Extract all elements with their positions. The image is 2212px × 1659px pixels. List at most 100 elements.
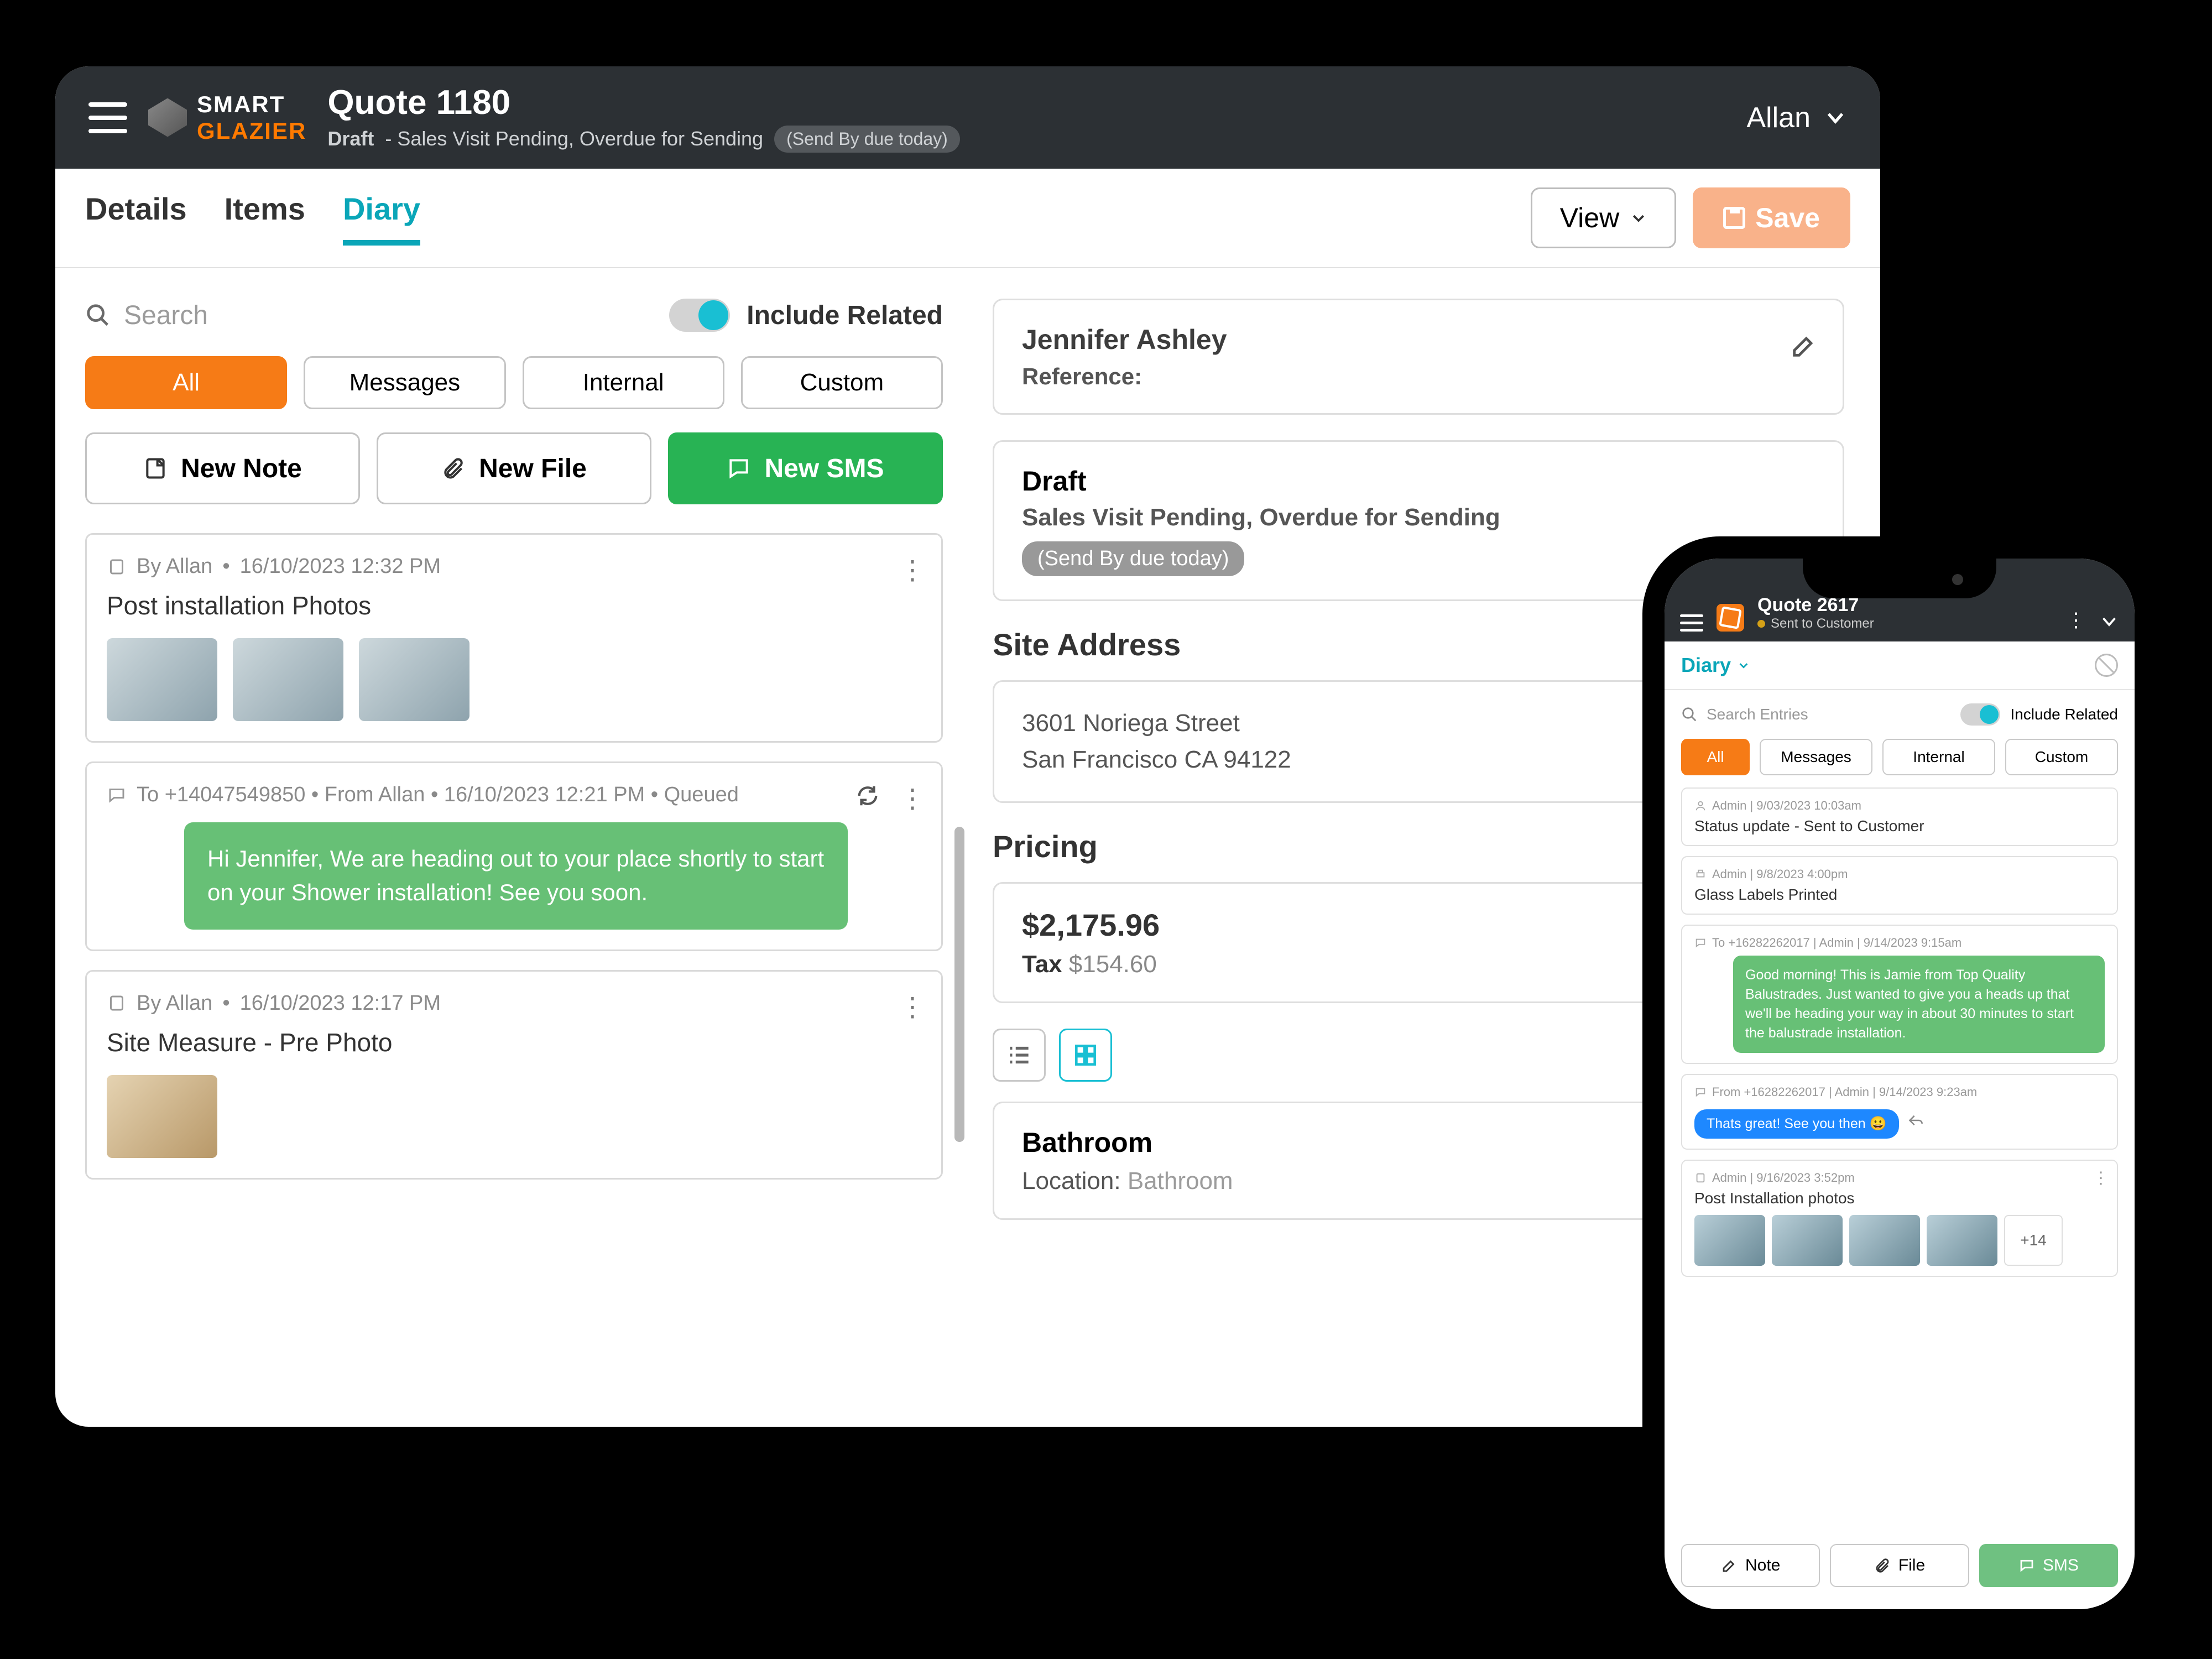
chat-icon	[1694, 1086, 1707, 1098]
list-view-toggle[interactable]	[993, 1029, 1046, 1082]
caret-down-icon	[1630, 210, 1647, 226]
filter-messages[interactable]: Messages	[1760, 739, 1872, 775]
filter-internal[interactable]: Internal	[1882, 739, 1995, 775]
diary-label: Diary	[1681, 654, 1731, 677]
photo-thumbnail[interactable]	[107, 638, 217, 721]
more-photos-button[interactable]: +14	[2004, 1215, 2063, 1266]
brand-name-top: SMART	[197, 91, 306, 118]
entry-author: By Allan	[137, 992, 212, 1015]
file-label: File	[1898, 1556, 1925, 1575]
edit-icon[interactable]	[1790, 331, 1818, 363]
view-dropdown[interactable]: View	[1531, 187, 1676, 248]
user-icon	[1694, 800, 1707, 812]
tab-bar: Details Items Diary View Save	[55, 169, 1880, 268]
entry-meta: Admin | 9/16/2023 3:52pm	[1712, 1171, 1855, 1185]
brand-logo: SMART GLAZIER	[148, 91, 306, 144]
include-related-toggle[interactable]	[669, 299, 730, 332]
note-label: Note	[1745, 1556, 1780, 1575]
new-sms-button[interactable]: SMS	[1979, 1544, 2118, 1587]
filter-internal[interactable]: Internal	[523, 356, 724, 409]
diary-panel: Search Include Related All Messages Inte…	[55, 268, 968, 1427]
diary-entry-sms: ⋮ To +14047549850 • From Allan • 16/10/2…	[85, 761, 943, 951]
diary-entry: Admin | 9/03/2023 10:03am Status update …	[1681, 787, 2118, 846]
save-button[interactable]: Save	[1693, 187, 1850, 248]
filter-messages[interactable]: Messages	[304, 356, 505, 409]
include-related-label: Include Related	[2010, 706, 2118, 723]
new-file-button[interactable]: File	[1830, 1544, 1969, 1587]
pencil-icon	[1721, 1557, 1738, 1574]
tax-amount: $154.60	[1069, 951, 1157, 978]
entry-meta: From +16282262017 | Admin | 9/14/2023 9:…	[1712, 1085, 1977, 1099]
photo-thumbnail[interactable]	[1772, 1215, 1843, 1266]
photo-thumbnail[interactable]	[1694, 1215, 1765, 1266]
tab-details[interactable]: Details	[85, 191, 187, 246]
diary-dropdown[interactable]: Diary	[1681, 654, 2095, 677]
entry-timestamp: 16/10/2023 12:17 PM	[240, 992, 441, 1015]
entry-menu-icon[interactable]: ⋮	[899, 783, 925, 814]
entry-title: Post Installation photos	[1694, 1190, 2105, 1207]
new-file-button[interactable]: New File	[377, 432, 651, 504]
filter-custom[interactable]: Custom	[2005, 739, 2118, 775]
tablet-screen: SMART GLAZIER Quote 1180 Draft - Sales V…	[55, 66, 1880, 1427]
photo-thumbnail[interactable]	[359, 638, 469, 721]
include-related-label: Include Related	[747, 300, 943, 331]
location-value: Bathroom	[1128, 1167, 1233, 1194]
new-note-button[interactable]: New Note	[85, 432, 360, 504]
reply-icon[interactable]	[1908, 1121, 1923, 1130]
reference-label: Reference:	[1022, 363, 1815, 390]
filter-custom[interactable]: Custom	[741, 356, 943, 409]
sms-outgoing-bubble: Good morning! This is Jamie from Top Qua…	[1733, 956, 2105, 1053]
status-badge: (Send By due today)	[1022, 541, 1244, 576]
paperclip-icon	[441, 456, 466, 481]
search-input[interactable]: Search Entries	[1681, 706, 1950, 723]
view-label: View	[1560, 202, 1619, 234]
filter-all[interactable]: All	[1681, 739, 1750, 775]
chevron-down-icon[interactable]	[2099, 612, 2119, 632]
search-placeholder: Search	[124, 300, 208, 331]
forbidden-icon[interactable]	[2095, 654, 2118, 677]
tab-diary[interactable]: Diary	[343, 191, 420, 246]
sendby-badge: (Send By due today)	[774, 126, 960, 153]
diary-entry-sms: From +16282262017 | Admin | 9/14/2023 9:…	[1681, 1074, 2118, 1150]
entry-menu-icon[interactable]: ⋮	[899, 555, 925, 586]
filter-row: All Messages Internal Custom	[85, 356, 943, 409]
hamburger-menu-icon[interactable]	[88, 102, 127, 133]
grid-view-toggle[interactable]	[1059, 1029, 1112, 1082]
entry-menu-icon[interactable]: ⋮	[899, 992, 925, 1022]
search-icon	[85, 302, 111, 328]
sms-incoming-bubble: Thats great! See you then 😀	[1694, 1109, 1899, 1139]
include-related-toggle[interactable]	[1960, 703, 2000, 726]
tab-items[interactable]: Items	[225, 191, 305, 246]
entry-title: Site Measure - Pre Photo	[107, 1027, 921, 1057]
site-address-label: Site Address	[993, 627, 1181, 662]
photo-thumbnail[interactable]	[1927, 1215, 1997, 1266]
photo-thumbnail[interactable]	[233, 638, 343, 721]
brand-name-bottom: GLAZIER	[197, 118, 306, 144]
new-sms-button[interactable]: New SMS	[668, 432, 943, 504]
photo-thumbnail[interactable]	[107, 1075, 217, 1158]
hamburger-menu-icon[interactable]	[1680, 614, 1703, 632]
refresh-icon[interactable]	[855, 783, 880, 811]
new-note-button[interactable]: Note	[1681, 1544, 1820, 1587]
location-label: Location:	[1022, 1167, 1121, 1194]
search-input[interactable]: Search	[85, 300, 653, 331]
filter-all[interactable]: All	[85, 356, 287, 409]
phone-device: Quote 2617 Sent to Customer ⋮ Diary Sear…	[1642, 536, 2157, 1631]
app-header: SMART GLAZIER Quote 1180 Draft - Sales V…	[55, 66, 1880, 169]
diary-entry: ⋮ By Allan • 16/10/2023 12:17 PM Site Me…	[85, 970, 943, 1180]
photo-thumbnail[interactable]	[1849, 1215, 1920, 1266]
customer-card: Jennifer Ashley Reference:	[993, 299, 1844, 415]
note-icon	[1694, 1172, 1707, 1184]
search-icon	[1681, 706, 1698, 723]
status-detail: Sales Visit Pending, Overdue for Sending	[1022, 504, 1815, 531]
user-menu[interactable]: Allan	[1746, 101, 1847, 134]
diary-feed: Admin | 9/03/2023 10:03am Status update …	[1665, 787, 2135, 1530]
page-title: Quote 1180	[327, 83, 1725, 122]
status-text: Sent to Customer	[1771, 616, 1874, 632]
header-menu-icon[interactable]: ⋮	[2066, 608, 2086, 632]
entry-menu-icon[interactable]: ⋮	[2093, 1168, 2109, 1188]
chat-icon	[2018, 1557, 2035, 1574]
sms-meta: To +14047549850 • From Allan • 16/10/202…	[137, 783, 739, 807]
entry-title: Status update - Sent to Customer	[1694, 817, 2105, 835]
scrollbar[interactable]	[954, 827, 964, 1142]
